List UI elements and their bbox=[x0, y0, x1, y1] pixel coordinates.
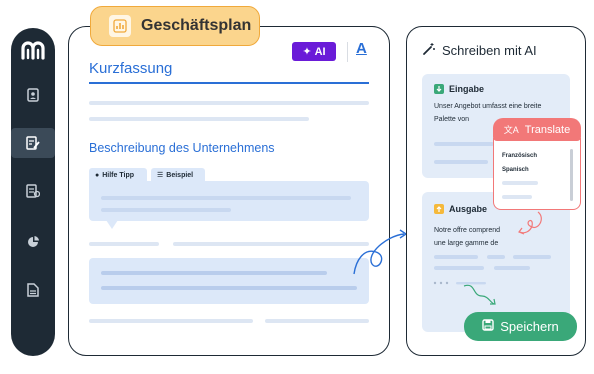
squiggle-arrow-icon bbox=[518, 211, 542, 235]
ai-panel-header: Schreiben mit AI bbox=[422, 42, 537, 59]
tip-content bbox=[89, 181, 369, 221]
ai-panel-title: Schreiben mit AI bbox=[442, 43, 537, 58]
input-title: Eingabe bbox=[434, 84, 484, 94]
output-text-line: une large gamme de bbox=[434, 240, 499, 247]
text-placeholder-line bbox=[89, 319, 253, 323]
chart-icon bbox=[109, 15, 131, 37]
text-placeholder-line bbox=[265, 319, 369, 323]
text-block[interactable] bbox=[89, 258, 369, 304]
translate-button[interactable]: 文A Translate bbox=[493, 118, 581, 141]
text-placeholder-line bbox=[89, 117, 309, 121]
text-placeholder-line bbox=[434, 142, 494, 146]
input-text-line: Unser Angebot umfasst eine breite bbox=[434, 103, 542, 110]
download-icon bbox=[434, 84, 444, 94]
text-placeholder-line bbox=[101, 196, 351, 200]
text-placeholder-line bbox=[101, 208, 231, 212]
section-title[interactable]: Beschreibung des Unternehmens bbox=[89, 141, 275, 155]
text-placeholder-line bbox=[494, 266, 530, 270]
text-placeholder-line bbox=[173, 242, 369, 246]
save-icon bbox=[482, 319, 494, 334]
translate-label: Translate bbox=[524, 123, 571, 136]
save-button-label: Speichern bbox=[500, 319, 559, 334]
document-icon[interactable] bbox=[22, 180, 44, 202]
logo-icon[interactable] bbox=[20, 38, 46, 62]
badge-title: Geschäftsplan bbox=[141, 17, 252, 34]
text-style-button[interactable]: A bbox=[356, 40, 367, 57]
option-placeholder bbox=[502, 195, 532, 199]
output-title-label: Ausgabe bbox=[449, 204, 488, 214]
tip-pointer bbox=[106, 220, 118, 229]
file-icon[interactable] bbox=[22, 279, 44, 301]
title-underline bbox=[89, 82, 369, 84]
language-option[interactable]: Spanisch bbox=[502, 167, 529, 173]
magic-wand-icon bbox=[422, 42, 436, 59]
toolbar-divider bbox=[347, 42, 348, 62]
text-placeholder-line bbox=[89, 101, 369, 105]
contacts-icon[interactable] bbox=[22, 84, 44, 106]
text-placeholder-line bbox=[101, 286, 357, 290]
edit-document-icon[interactable] bbox=[11, 128, 55, 158]
document-title[interactable]: Kurzfassung bbox=[89, 60, 172, 77]
output-title: Ausgabe bbox=[434, 204, 487, 214]
connector-arrow-icon bbox=[353, 229, 408, 275]
tab-label: Beispiel bbox=[166, 171, 194, 179]
text-placeholder-line bbox=[513, 255, 551, 259]
text-placeholder-line bbox=[434, 160, 488, 164]
tab-example[interactable]: ☰ Beispiel bbox=[151, 168, 205, 182]
tab-help-tip[interactable]: ● Hilfe Tipp bbox=[89, 168, 147, 182]
curve-arrow-icon bbox=[463, 284, 496, 305]
input-title-label: Eingabe bbox=[449, 84, 485, 94]
text-placeholder-line bbox=[487, 255, 505, 259]
translate-icon: 文A bbox=[503, 125, 519, 135]
text-placeholder-line bbox=[89, 242, 159, 246]
sidebar bbox=[11, 28, 55, 356]
dropdown-scrollbar[interactable] bbox=[570, 149, 573, 201]
tab-label: Hilfe Tipp bbox=[102, 171, 134, 179]
option-placeholder bbox=[502, 181, 538, 185]
upload-icon bbox=[434, 204, 444, 214]
text-placeholder-line bbox=[101, 271, 327, 275]
ai-button[interactable]: ✦ AI bbox=[292, 42, 336, 61]
business-plan-badge: Geschäftsplan bbox=[90, 6, 260, 46]
list-icon: ☰ bbox=[157, 172, 164, 179]
text-placeholder-line bbox=[434, 255, 478, 259]
text-placeholder-line bbox=[434, 266, 484, 270]
pie-chart-icon[interactable] bbox=[22, 231, 44, 253]
translate-dropdown: Französisch Spanisch bbox=[493, 138, 581, 210]
save-button[interactable]: Speichern bbox=[464, 312, 577, 341]
sparkle-icon: ✦ bbox=[302, 46, 312, 58]
ai-button-label: AI bbox=[314, 45, 326, 58]
help-icon: ● bbox=[95, 171, 100, 179]
output-text: Notre offre comprend une large gamme de bbox=[434, 224, 500, 250]
language-option[interactable]: Französisch bbox=[502, 153, 537, 159]
output-text-line: Notre offre comprend bbox=[434, 227, 501, 234]
